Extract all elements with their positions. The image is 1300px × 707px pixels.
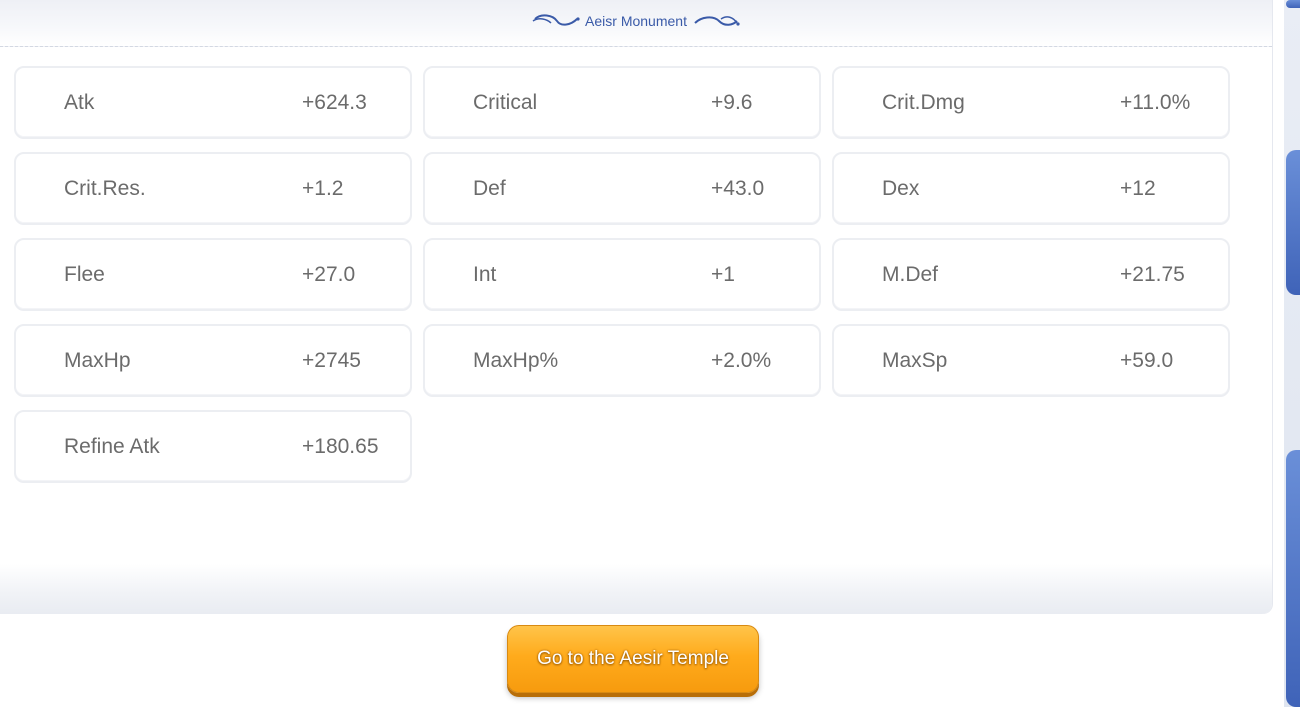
stage: Aeisr Monument Atk +624.3 Critical +9.6 … xyxy=(0,0,1300,707)
swirl-ornament-icon xyxy=(694,16,740,26)
stat-card: MaxSp +59.0 xyxy=(832,324,1230,397)
stat-value: +27.0 xyxy=(302,262,356,286)
stat-name: Flee xyxy=(64,262,105,286)
stat-name: MaxHp xyxy=(64,348,131,372)
stat-name: Crit.Res. xyxy=(64,176,146,200)
stat-card: Atk +624.3 xyxy=(14,66,412,139)
stat-value: +2745 xyxy=(302,348,361,372)
panel-header: Aeisr Monument xyxy=(0,0,1272,47)
stat-value: +1.2 xyxy=(302,176,344,200)
side-tab-bottom[interactable] xyxy=(1286,450,1300,707)
stat-name: Atk xyxy=(64,90,95,114)
stat-value: +59.0 xyxy=(1120,348,1174,372)
stat-value: +180.65 xyxy=(302,434,379,458)
stat-card: Flee +27.0 xyxy=(14,238,412,311)
stat-name: Def xyxy=(473,176,506,200)
stat-name: Refine Atk xyxy=(64,434,160,458)
stat-card: Refine Atk +180.65 xyxy=(14,410,412,483)
stat-value: +9.6 xyxy=(711,90,753,114)
stat-card: Crit.Res. +1.2 xyxy=(14,152,412,225)
stat-value: +624.3 xyxy=(302,90,367,114)
stat-card: MaxHp% +2.0% xyxy=(423,324,821,397)
panel-title-wrap: Aeisr Monument xyxy=(0,13,1272,29)
attributes-panel: Aeisr Monument Atk +624.3 Critical +9.6 … xyxy=(0,0,1272,614)
stat-card: MaxHp +2745 xyxy=(14,324,412,397)
stat-card: Def +43.0 xyxy=(423,152,821,225)
stats-grid: Atk +624.3 Critical +9.6 Crit.Dmg +11.0%… xyxy=(14,66,1230,483)
stat-name: Dex xyxy=(882,176,920,200)
panel-title: Aeisr Monument xyxy=(585,13,687,29)
stat-name: Int xyxy=(473,262,497,286)
stat-card: Dex +12 xyxy=(832,152,1230,225)
stat-value: +12 xyxy=(1120,176,1156,200)
stat-value: +21.75 xyxy=(1120,262,1185,286)
stat-value: +43.0 xyxy=(711,176,765,200)
stat-name: MaxSp xyxy=(882,348,948,372)
stat-value: +2.0% xyxy=(711,348,772,372)
stat-value: +11.0% xyxy=(1120,90,1191,114)
stat-card: Crit.Dmg +11.0% xyxy=(832,66,1230,139)
stat-card: M.Def +21.75 xyxy=(832,238,1230,311)
stat-name: Critical xyxy=(473,90,538,114)
stat-card: Int +1 xyxy=(423,238,821,311)
go-to-temple-button[interactable]: Go to the Aesir Temple xyxy=(507,625,759,693)
swirl-ornament-icon xyxy=(532,14,580,26)
stat-value: +1 xyxy=(711,262,735,286)
side-tab-top[interactable] xyxy=(1286,0,1300,8)
stat-card: Critical +9.6 xyxy=(423,66,821,139)
side-tab-middle[interactable] xyxy=(1286,150,1300,295)
stat-name: Crit.Dmg xyxy=(882,90,965,114)
stat-name: M.Def xyxy=(882,262,939,286)
stat-name: MaxHp% xyxy=(473,348,559,372)
panel-footer xyxy=(0,564,1272,614)
